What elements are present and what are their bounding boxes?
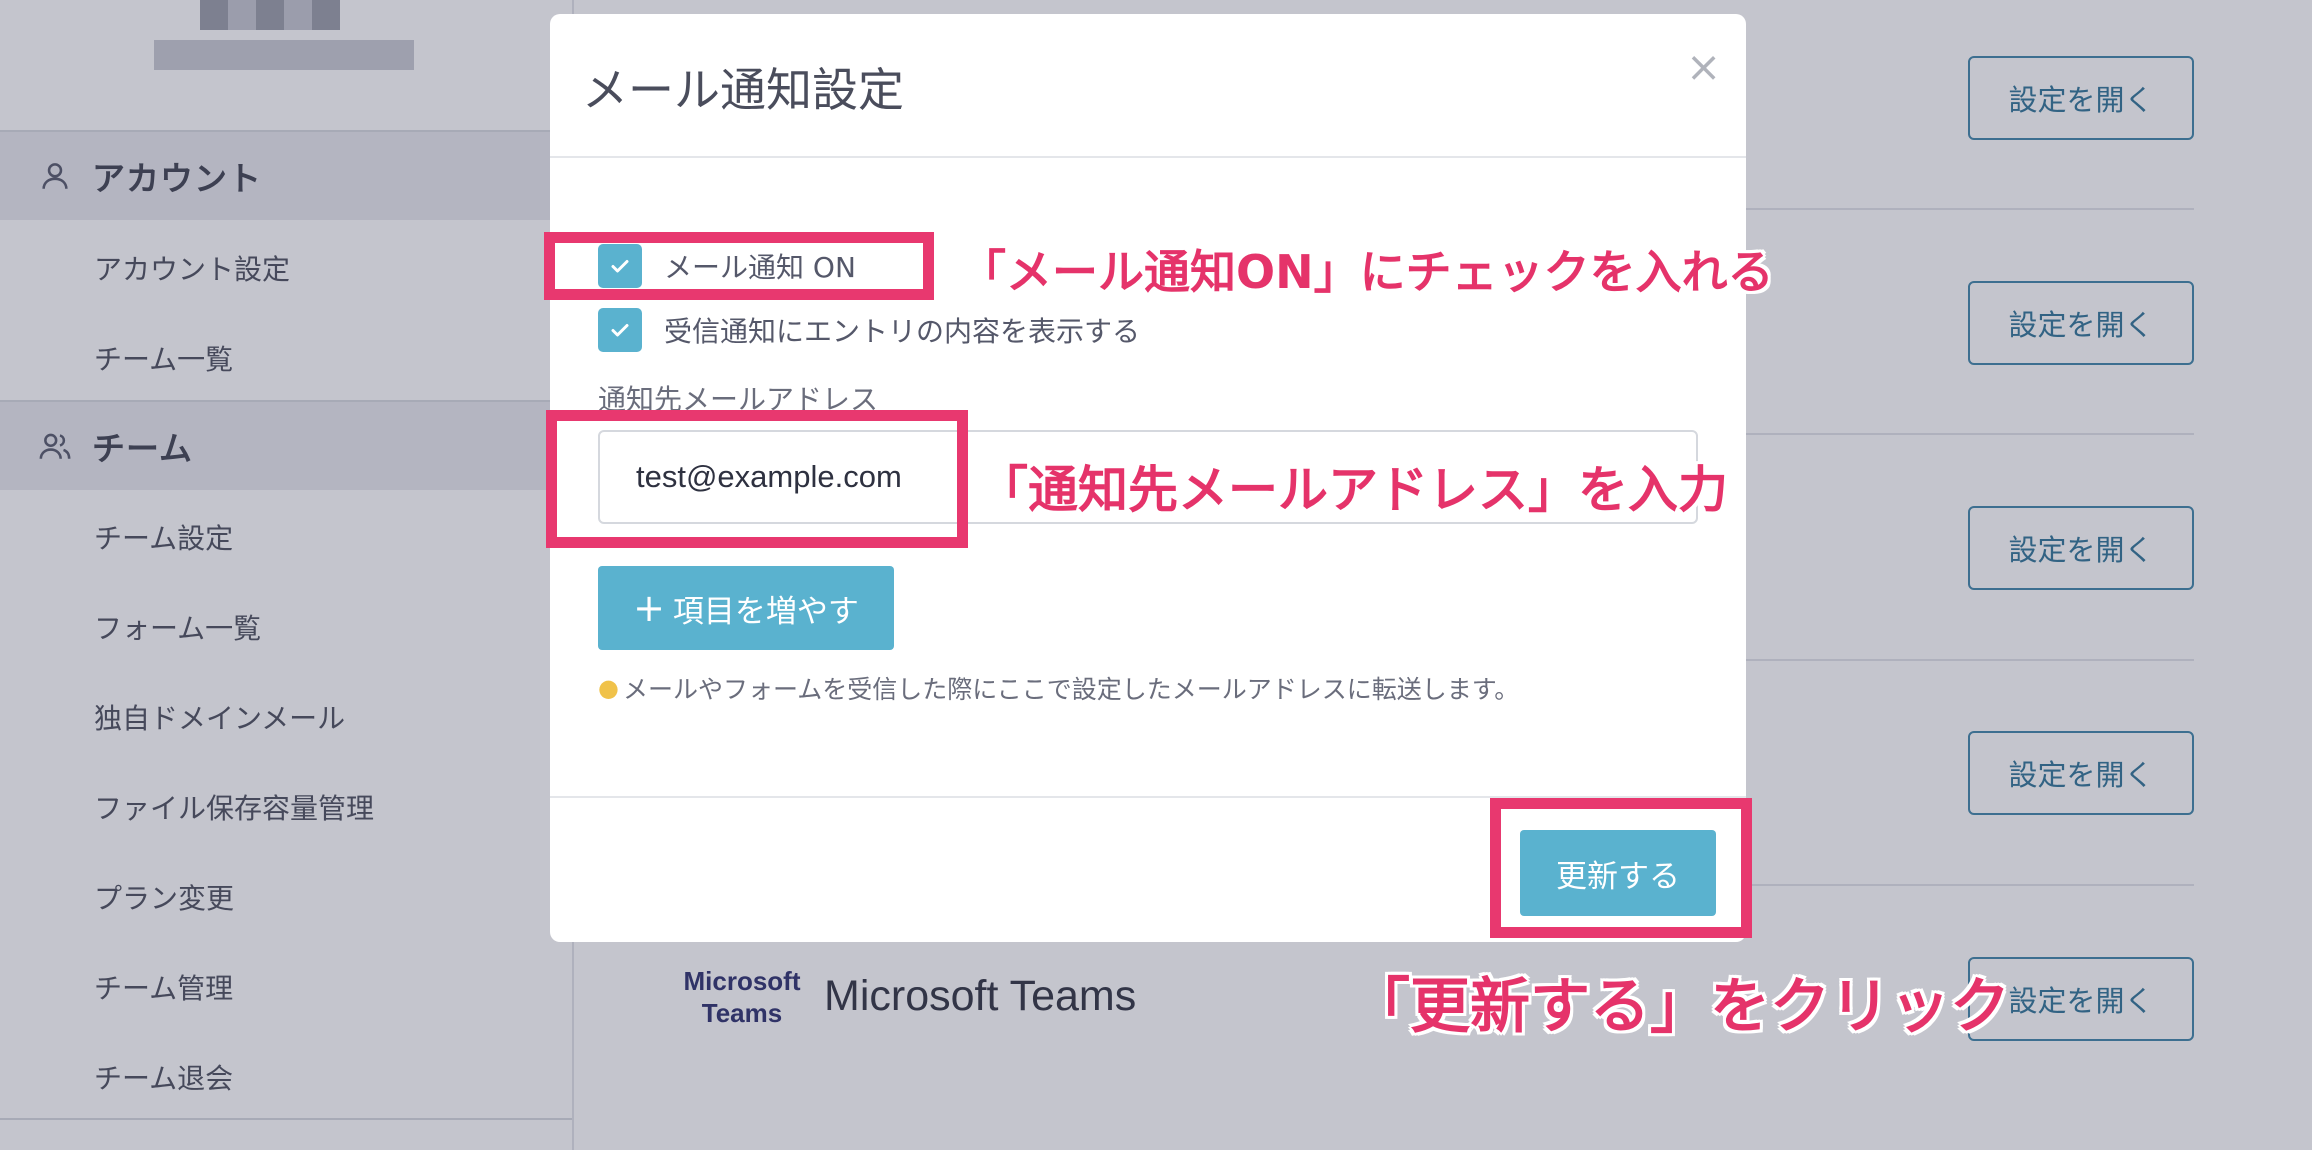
highlight-box-email bbox=[546, 410, 968, 548]
close-icon[interactable]: × bbox=[1686, 42, 1721, 91]
modal-title: メール通知設定 bbox=[582, 63, 904, 117]
highlight-box-mail-on bbox=[544, 232, 934, 300]
annotation-check: 「メール通知ON」にチェックを入れる bbox=[960, 245, 1774, 299]
plus-icon: + bbox=[633, 586, 665, 630]
add-item-button[interactable]: + 項目を増やす bbox=[598, 566, 894, 650]
hint-text: ● メールやフォームを受信した際にここで設定したメールアドレスに転送します。 bbox=[598, 670, 1519, 706]
hint-label: メールやフォームを受信した際にここで設定したメールアドレスに転送します。 bbox=[622, 675, 1520, 704]
add-item-label: 項目を増やす bbox=[672, 593, 859, 630]
show-entry-label: 受信通知にエントリの内容を表示する bbox=[664, 315, 1141, 348]
divider bbox=[550, 156, 1746, 158]
show-entry-checkbox[interactable] bbox=[598, 308, 642, 352]
highlight-box-update bbox=[1490, 798, 1752, 938]
show-entry-checkbox-row: 受信通知にエントリの内容を表示する bbox=[598, 308, 1140, 352]
annotation-email: 「通知先メールアドレス」を入力 bbox=[978, 461, 1728, 519]
lightbulb-icon: ● bbox=[598, 674, 619, 702]
annotation-update: 「更新する」をクリック bbox=[1350, 972, 2010, 1042]
check-icon bbox=[611, 324, 629, 337]
